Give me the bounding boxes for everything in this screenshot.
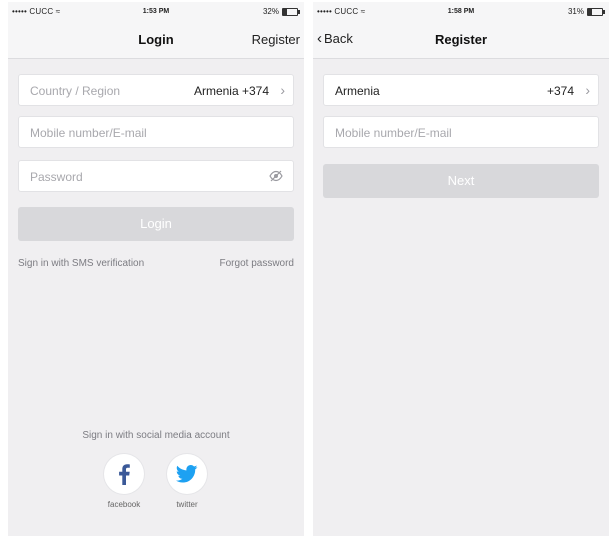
next-button[interactable]: Next (323, 164, 599, 198)
screenshots: ••••• CUCC ≈ 1:53 PM 32% Login Register … (0, 0, 609, 538)
country-region-selector[interactable]: Country / Region Armenia +374 › (18, 74, 294, 106)
chevron-right-icon: › (280, 82, 285, 98)
country-region-label: Country / Region (30, 84, 121, 98)
nav-bar: ‹ Back Register (313, 22, 609, 59)
password-placeholder: Password (30, 170, 83, 184)
battery-percent: 32% (262, 7, 279, 16)
facebook-login-button[interactable]: facebook (102, 454, 146, 509)
twitter-label: twitter (176, 500, 198, 509)
mobile-email-field[interactable]: Mobile number/E-mail (18, 116, 294, 148)
mobile-email-placeholder: Mobile number/E-mail (30, 126, 147, 140)
password-field[interactable]: Password (18, 160, 294, 192)
mobile-email-field[interactable]: Mobile number/E-mail (323, 116, 599, 148)
country-region-value: Armenia +374 (193, 84, 269, 98)
battery-status: 32% (262, 7, 300, 16)
battery-percent: 31% (567, 7, 584, 16)
country-selector[interactable]: Armenia +374 › (323, 74, 599, 106)
chevron-right-icon: › (585, 82, 590, 98)
battery-status: 31% (567, 7, 605, 16)
status-time: 1:58 PM (447, 8, 475, 15)
battery-icon (587, 7, 605, 16)
status-bar: ••••• CUCC ≈ 1:58 PM 31% (313, 2, 609, 22)
eye-off-icon[interactable] (269, 170, 283, 185)
register-link[interactable]: Register (252, 32, 300, 47)
twitter-login-button[interactable]: twitter (165, 454, 209, 509)
facebook-icon (104, 454, 144, 494)
login-button[interactable]: Login (18, 207, 294, 241)
status-bar: ••••• CUCC ≈ 1:53 PM 32% (8, 2, 304, 22)
social-login-title: Sign in with social media account (82, 430, 230, 441)
twitter-icon (167, 454, 207, 494)
sms-verification-link[interactable]: Sign in with SMS verification (18, 258, 144, 269)
page-title: Register (434, 32, 488, 47)
battery-icon (282, 7, 300, 16)
register-screen: ••••• CUCC ≈ 1:58 PM 31% ‹ Back Register… (313, 2, 609, 536)
country-code: +374 (546, 84, 574, 98)
mobile-email-placeholder: Mobile number/E-mail (335, 126, 452, 140)
country-name: Armenia (335, 84, 380, 98)
forgot-password-link[interactable]: Forgot password (220, 258, 294, 269)
login-screen: ••••• CUCC ≈ 1:53 PM 32% Login Register … (8, 2, 304, 536)
status-time: 1:53 PM (142, 8, 170, 15)
facebook-label: facebook (107, 500, 141, 509)
nav-bar: Login Register (8, 22, 304, 59)
